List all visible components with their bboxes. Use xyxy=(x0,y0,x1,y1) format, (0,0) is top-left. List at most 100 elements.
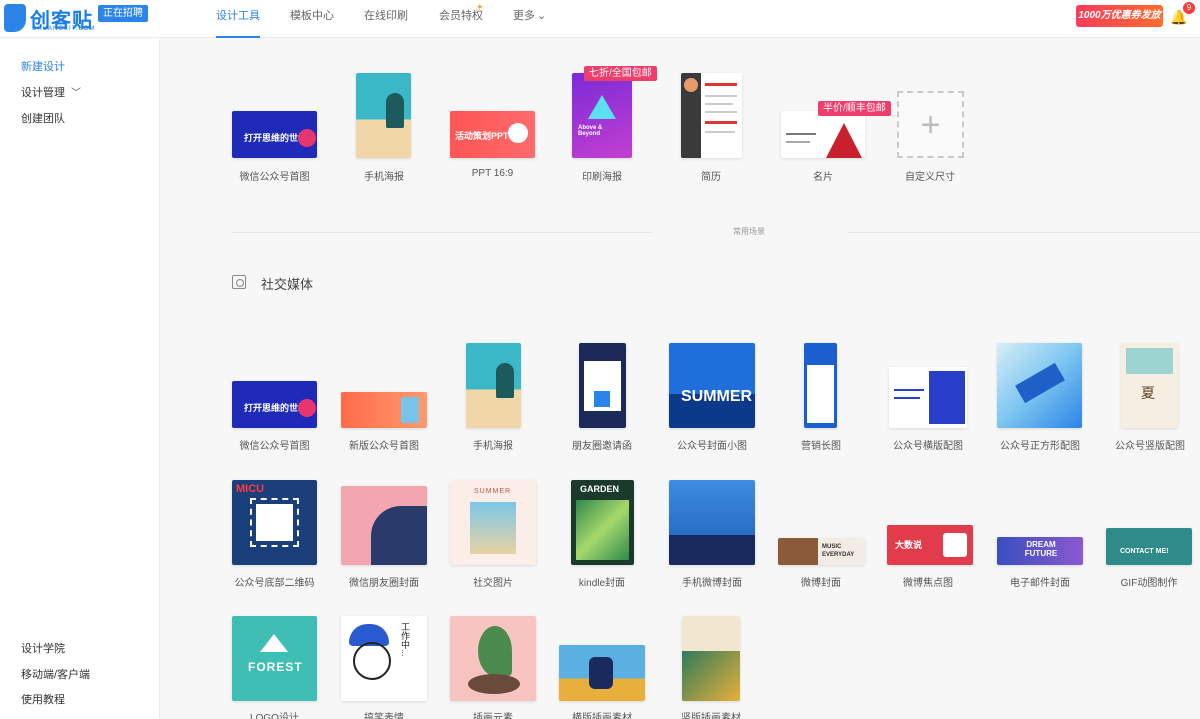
thumbnail-text: 活动策划PPT xyxy=(455,131,509,141)
thumbnail-text: Above & Beyond xyxy=(578,125,603,137)
card-label: 搞笑表情 xyxy=(364,713,404,719)
thumbnail xyxy=(997,343,1082,428)
main-content: 打开思维的世界 微信公众号首图 手机海报 活动策划PPT PPT 16:9 Ab… xyxy=(160,39,1200,719)
card-label: 公众号底部二维码 xyxy=(234,578,315,589)
sidebar-item-mobile-client[interactable]: 移动端/客户端 xyxy=(21,666,90,682)
divider-left xyxy=(232,232,652,233)
thumbnail xyxy=(889,367,967,428)
card-label: GIF动图制作 xyxy=(1120,578,1178,589)
nav-online-print[interactable]: 在线印刷 xyxy=(364,0,408,38)
logo-subtext: CHUANGKIT.COM xyxy=(32,26,96,32)
divider-label: 常用场景 xyxy=(733,227,765,236)
card-label: 社交图片 xyxy=(473,578,513,589)
card-label: 印刷海报 xyxy=(582,172,622,183)
thumbnail xyxy=(356,73,411,158)
card-label: 插画元素 xyxy=(473,713,513,719)
nav-more[interactable]: 更多 ⌄ xyxy=(513,0,546,38)
sidebar-item-tutorial[interactable]: 使用教程 xyxy=(21,691,65,707)
card-label: 微信公众号首图 xyxy=(239,172,310,183)
card-label: 公众号竖版配图 xyxy=(1115,441,1185,452)
logo-mark-icon xyxy=(4,4,26,32)
thumbnail xyxy=(669,480,755,565)
social-media-icon xyxy=(232,275,246,289)
discount-tag: 七折/全国包邮 xyxy=(584,66,657,81)
notification-badge: 9 xyxy=(1183,2,1195,14)
thumbnail xyxy=(682,616,740,701)
sidebar-item-new-design[interactable]: 新建设计 xyxy=(21,58,65,74)
hiring-badge[interactable]: 正在招聘 xyxy=(98,5,148,22)
card-label: 微博封面 xyxy=(801,578,841,589)
card-label: PPT 16:9 xyxy=(471,168,514,179)
card-label: 手机海报 xyxy=(364,172,404,183)
thumbnail-text: MICU xyxy=(236,483,265,495)
thumbnail: Above & Beyond xyxy=(572,73,632,158)
thumbnail xyxy=(559,645,645,701)
nav-design-tools[interactable]: 设计工具 xyxy=(216,0,260,38)
card-label: 营销长图 xyxy=(801,441,841,452)
card-label: 公众号封面小图 xyxy=(677,441,747,452)
thumbnail xyxy=(804,343,837,428)
thumbnail: FOREST xyxy=(232,616,317,701)
thumbnail xyxy=(450,616,536,701)
sidebar-item-design-academy[interactable]: 设计学院 xyxy=(21,640,65,656)
card-label: 电子邮件封面 xyxy=(1010,578,1070,589)
section-title: 社交媒体 xyxy=(261,277,314,292)
card-label: 新版公众号首图 xyxy=(349,441,419,452)
sidebar-item-create-team[interactable]: 创建团队 xyxy=(21,110,65,126)
thumbnail: 活动策划PPT xyxy=(450,111,535,158)
custom-size-box: + xyxy=(897,91,964,158)
card-label: 公众号正方形配图 xyxy=(1000,441,1080,452)
thumbnail: 夏 xyxy=(1121,343,1178,428)
thumbnail xyxy=(341,486,427,565)
card-label: LOGO设计 xyxy=(250,713,299,719)
sidebar-item-label: 设计管理 xyxy=(21,87,65,99)
chevron-down-icon: ⌄ xyxy=(537,10,547,22)
card-label: 竖版插画素材 xyxy=(681,713,741,719)
thumbnail-text: 大数说 xyxy=(895,540,923,550)
thumbnail: GARDEN xyxy=(571,480,634,565)
thumbnail xyxy=(681,73,742,158)
nav-more-label: 更多 xyxy=(513,10,535,22)
nav-template-center[interactable]: 模板中心 xyxy=(290,0,334,38)
thumbnail: MUSIC EVERYDAY xyxy=(778,538,865,565)
card-label: 名片 xyxy=(813,172,833,183)
thumbnail-text: CONTACT ME! xyxy=(1120,548,1169,555)
thumbnail-text: SUMMER xyxy=(681,388,753,405)
card-label: 朋友圈邀请函 xyxy=(572,441,632,452)
top-header: 创客贴 CHUANGKIT.COM 正在招聘 设计工具 模板中心 在线印刷 会员… xyxy=(0,0,1200,38)
thumbnail: DREAM FUTURE xyxy=(997,537,1083,565)
promo-banner[interactable]: 1000万优惠券发放 xyxy=(1076,5,1163,27)
thumbnail-text: SUMMER xyxy=(474,488,512,495)
thumbnail-text: GARDEN xyxy=(580,484,620,494)
thumbnail: CONTACT ME! xyxy=(1106,528,1192,565)
thumbnail: MICU xyxy=(232,480,317,565)
plus-icon: + xyxy=(920,105,941,144)
card-label: kindle封面 xyxy=(578,578,626,589)
card-label: 横版插画素材 xyxy=(572,713,632,719)
card-label: 微博焦点图 xyxy=(903,578,953,589)
card-label: 微信朋友圈封面 xyxy=(349,578,419,589)
thumbnail-text: MUSIC EVERYDAY xyxy=(822,544,855,558)
thumbnail: SUMMER xyxy=(669,343,755,428)
thumbnail xyxy=(781,111,865,158)
card-label: 简历 xyxy=(701,172,721,183)
card-label: 手机微博封面 xyxy=(682,578,742,589)
thumbnail xyxy=(341,392,427,428)
thumbnail: SUMMER xyxy=(450,480,536,565)
card-label: 手机海报 xyxy=(473,441,513,452)
card-label: 公众号横版配图 xyxy=(893,441,963,452)
star-icon: ✦ xyxy=(476,2,484,12)
sidebar-item-design-management[interactable]: 设计管理 ﹀ xyxy=(21,84,81,100)
thumbnail xyxy=(579,343,626,428)
thumbnail: 打开思维的世界 xyxy=(232,111,317,158)
thumbnail-text: 工作中... xyxy=(400,622,410,657)
chevron-down-icon: ﹀ xyxy=(71,88,81,99)
thumbnail: 打开思维的世界 xyxy=(232,381,317,428)
thumbnail: 大数说 xyxy=(887,525,973,565)
divider-right xyxy=(848,232,1200,233)
discount-tag: 半价/顺丰包邮 xyxy=(818,101,891,116)
thumbnail-text: DREAM FUTURE xyxy=(1024,540,1058,558)
thumbnail-text: FOREST xyxy=(248,660,303,674)
card-label: 自定义尺寸 xyxy=(905,172,955,183)
sidebar: 新建设计 设计管理 ﹀ 创建团队 设计学院 移动端/客户端 使用教程 xyxy=(0,39,160,719)
